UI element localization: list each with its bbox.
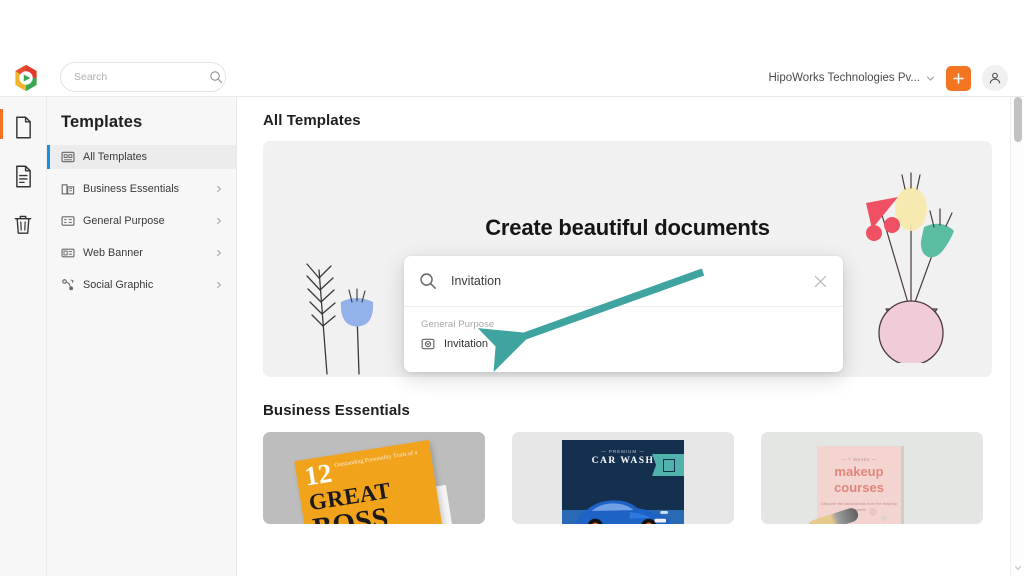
makeup-title-1: makeup <box>834 464 884 479</box>
scroll-down-arrow-icon[interactable] <box>1014 564 1022 572</box>
sidebar-item-social-graphic[interactable]: Social Graphic <box>47 273 236 297</box>
makeup-title-2: courses <box>834 480 884 495</box>
search-overlay-input-row <box>404 256 843 307</box>
sidebar-item-label: General Purpose <box>83 215 165 227</box>
search-overlay-input[interactable] <box>451 274 814 288</box>
ribbon-inner <box>663 458 675 472</box>
chevron-right-icon <box>217 281 221 289</box>
template-card-great-boss[interactable]: 12 Outstanding Personality Traits of a G… <box>263 432 485 524</box>
building-icon <box>61 184 75 195</box>
org-name-label: HipoWorks Technologies Pv... <box>768 72 921 84</box>
search-icon <box>420 273 436 289</box>
app-window: HipoWorks Technologies Pv... <box>0 0 1024 576</box>
sidebar: Templates All Templates Business Essenti… <box>47 97 237 576</box>
rail-item-trash[interactable] <box>0 209 47 241</box>
search-input[interactable] <box>74 71 209 83</box>
car-illustration <box>576 500 672 524</box>
car-wash-kicker: — PREMIUM — <box>601 449 645 454</box>
makeup-kicker: — 7 Weeks — <box>841 457 877 462</box>
scrollbar-thumb[interactable] <box>1014 97 1022 142</box>
user-icon <box>989 72 1001 84</box>
list-icon <box>61 216 75 226</box>
rail-item-drafts[interactable] <box>0 160 47 192</box>
search-result-category: General Purpose <box>421 319 495 330</box>
sidebar-item-label: Web Banner <box>83 247 143 259</box>
search-result-label: Invitation <box>444 338 489 350</box>
chevron-right-icon <box>217 217 221 225</box>
top-bar: HipoWorks Technologies Pv... <box>0 0 1024 97</box>
book-number: 12 <box>302 457 334 492</box>
app-logo-icon[interactable] <box>8 60 44 96</box>
sidebar-item-label: Social Graphic <box>83 279 154 291</box>
section-title: Business Essentials <box>263 402 410 419</box>
vase-flowers-illustration <box>858 167 964 368</box>
invitation-icon <box>421 338 435 350</box>
template-card-list: 12 Outstanding Personality Traits of a G… <box>263 432 1010 524</box>
rail-item-documents[interactable] <box>0 109 47 143</box>
sidebar-item-general-purpose[interactable]: General Purpose <box>47 209 236 233</box>
sidebar-title: Templates <box>61 113 143 131</box>
ribbon-badge <box>652 454 684 476</box>
chevron-right-icon <box>217 185 221 193</box>
search-overlay-panel: General Purpose Invitation <box>404 256 843 372</box>
chevron-down-icon <box>926 75 935 81</box>
search-icon <box>210 71 223 84</box>
template-card-car-wash[interactable]: — PREMIUM — CAR WASH <box>512 432 734 524</box>
sidebar-item-label: Business Essentials <box>83 183 180 195</box>
book-cover: 12 Outstanding Personality Traits of a G… <box>294 439 444 524</box>
grid-icon <box>61 151 75 163</box>
makeup-poster: — 7 Weeks — makeup courses Discover the … <box>817 446 901 524</box>
close-icon[interactable] <box>814 275 827 288</box>
search-result-invitation[interactable]: Invitation <box>404 330 843 351</box>
makeup-subtitle: Discover the latest trends from the make… <box>820 501 898 513</box>
document-lines-icon <box>15 165 31 187</box>
template-card-makeup-courses[interactable]: — 7 Weeks — makeup courses Discover the … <box>761 432 983 524</box>
car-wash-poster: — PREMIUM — CAR WASH <box>562 440 684 524</box>
org-switcher[interactable]: HipoWorks Technologies Pv... <box>769 72 936 84</box>
create-new-button[interactable] <box>946 65 971 91</box>
document-icon <box>15 116 31 138</box>
chevron-right-icon <box>217 249 221 257</box>
banner-icon <box>61 248 75 258</box>
decor-dot <box>869 508 877 516</box>
plus-icon <box>953 72 964 84</box>
page-title: All Templates <box>263 112 361 129</box>
sidebar-item-all-templates[interactable]: All Templates <box>47 145 236 169</box>
avatar[interactable] <box>982 65 1008 91</box>
share-icon <box>62 279 74 291</box>
sidebar-item-web-banner[interactable]: Web Banner <box>47 241 236 265</box>
decor-dot <box>881 515 887 521</box>
account-area: HipoWorks Technologies Pv... <box>769 62 1008 94</box>
trash-icon <box>14 215 32 234</box>
flowers-illustration <box>297 248 387 377</box>
sidebar-item-business-essentials[interactable]: Business Essentials <box>47 177 236 201</box>
global-search-box[interactable] <box>60 62 226 92</box>
vertical-scrollbar[interactable] <box>1010 97 1024 576</box>
sidebar-item-label: All Templates <box>83 151 148 163</box>
icon-rail <box>0 97 47 576</box>
